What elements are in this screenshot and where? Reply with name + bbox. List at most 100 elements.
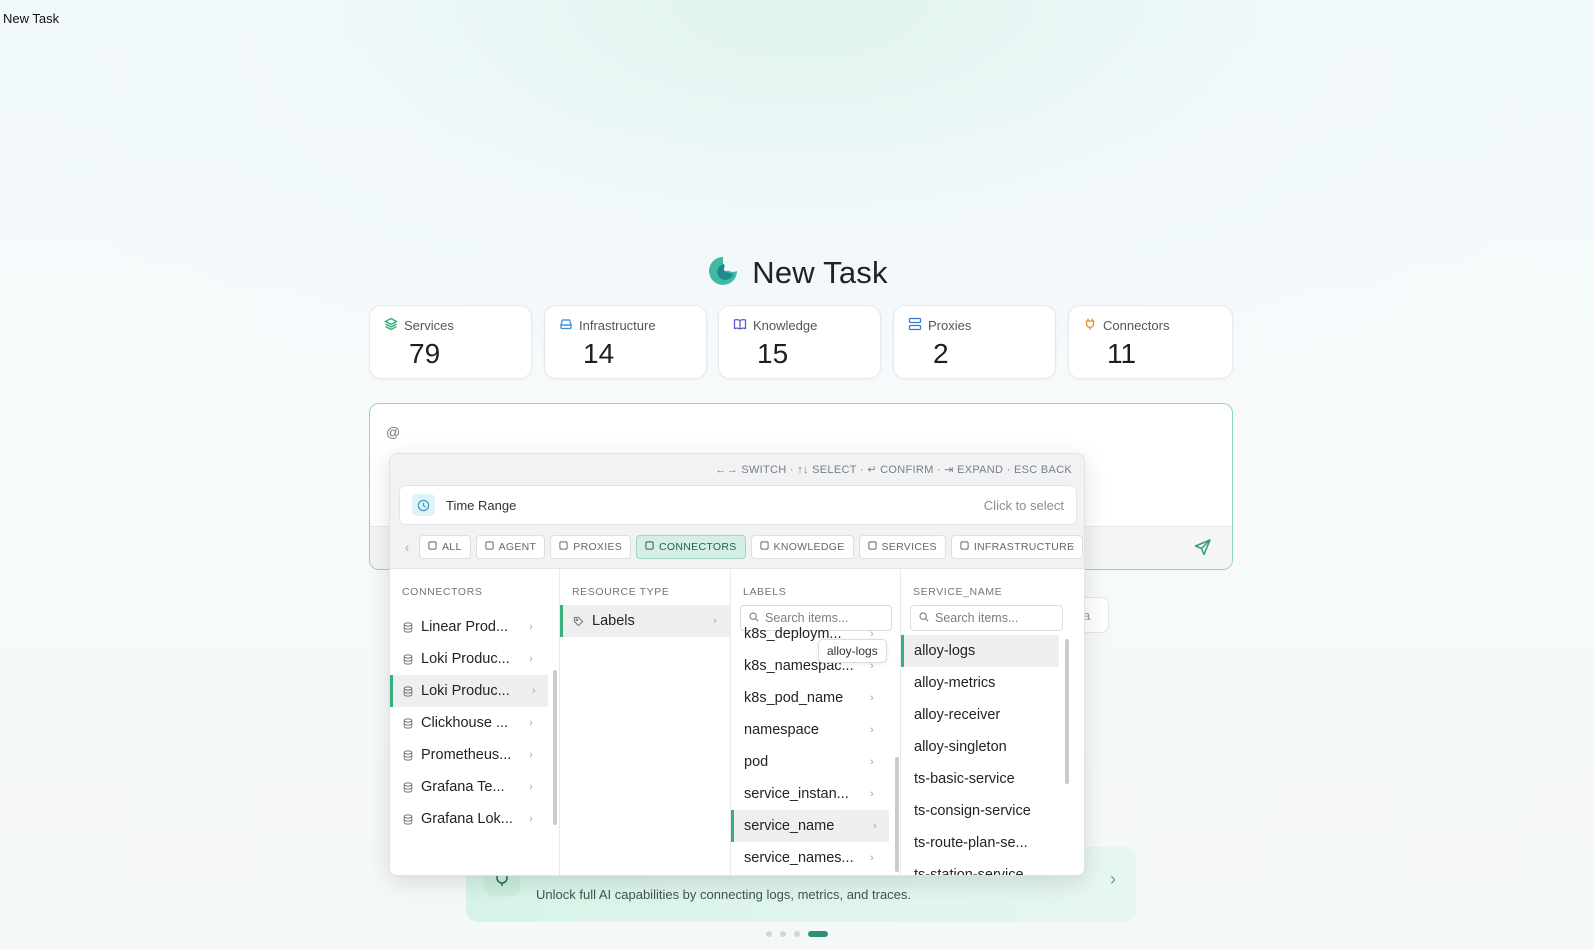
tab-label: CONNECTORS	[659, 541, 737, 553]
tabs-next-icon[interactable]: ›	[1070, 539, 1074, 554]
database-icon	[403, 717, 413, 729]
item-label: Loki Produc...	[421, 683, 510, 699]
database-icon	[403, 749, 413, 761]
column-header: LABELS	[743, 586, 787, 598]
item-label: ts-basic-service	[914, 771, 1015, 787]
page-title: New Task	[752, 255, 888, 290]
page-header: New Task	[0, 253, 1594, 293]
tabs-prev-icon[interactable]: ‹	[400, 540, 414, 555]
tab-proxies[interactable]: PROXIES	[550, 535, 632, 559]
tab-label: AGENT	[498, 541, 537, 553]
scrollbar[interactable]	[1065, 639, 1069, 784]
pagination-dot[interactable]	[794, 931, 800, 937]
chevron-right-icon: ›	[870, 756, 874, 768]
item-label: alloy-receiver	[914, 707, 1001, 723]
stat-card-knowledge[interactable]: Knowledge 15	[718, 305, 881, 379]
connector-item[interactable]: Grafana Lok... ›	[390, 803, 548, 835]
book-icon	[759, 541, 769, 553]
grid-icon	[428, 541, 437, 553]
pagination-dots	[0, 931, 1594, 937]
item-label: namespace	[744, 722, 819, 738]
connector-item[interactable]: Clickhouse ... ›	[390, 707, 548, 739]
tag-icon	[573, 616, 584, 627]
app-logo-icon	[706, 254, 740, 293]
database-icon	[403, 781, 413, 793]
composer-input[interactable]: @	[386, 424, 400, 440]
database-icon	[403, 621, 413, 633]
service-name-column: SERVICE_NAME Search items... alloy-logs a…	[901, 569, 1084, 875]
time-range-label: Time Range	[446, 498, 517, 513]
service-item[interactable]: alloy-singleton	[901, 731, 1059, 763]
resource-type-item[interactable]: Labels ›	[560, 605, 730, 637]
connector-item[interactable]: Linear Prod... ›	[390, 611, 548, 643]
stat-label: Knowledge	[753, 318, 818, 333]
database-icon	[403, 685, 413, 697]
banner-text: Unlock full AI capabilities by connectin…	[536, 887, 912, 902]
stat-card-connectors[interactable]: Connectors 11	[1068, 305, 1233, 379]
scrollbar[interactable]	[895, 757, 899, 872]
scrollbar[interactable]	[553, 670, 557, 825]
item-label: Grafana Te...	[421, 779, 505, 795]
service-search-input[interactable]: Search items...	[910, 605, 1063, 631]
item-label: ts-route-plan-se...	[914, 835, 1028, 851]
stat-card-services[interactable]: Services 79	[369, 305, 532, 379]
tab-infrastructure[interactable]: INFRASTRUCTURE	[950, 535, 1084, 559]
item-label: ts-consign-service	[914, 803, 1031, 819]
service-item[interactable]: ts-station-service	[901, 859, 1059, 875]
connector-item[interactable]: Loki Produc... ›	[390, 675, 548, 707]
search-icon	[919, 611, 929, 625]
tab-knowledge[interactable]: KNOWLEDGE	[750, 535, 854, 559]
chevron-right-icon: ›	[529, 621, 533, 633]
connector-item[interactable]: Loki Produc... ›	[390, 643, 548, 675]
chevron-right-icon: ›	[529, 781, 533, 793]
connector-item[interactable]: Prometheus... ›	[390, 739, 548, 771]
clock-icon	[412, 494, 435, 516]
stat-card-infrastructure[interactable]: Infrastructure 14	[544, 305, 707, 379]
stat-label: Services	[404, 318, 454, 333]
chevron-right-icon[interactable]: ›	[1110, 869, 1116, 890]
pagination-dot[interactable]	[780, 931, 786, 937]
chevron-right-icon: ›	[529, 717, 533, 729]
tab-connectors[interactable]: CONNECTORS	[636, 535, 746, 559]
pagination-dot[interactable]	[808, 931, 828, 937]
picker-header: ←→ SWITCH · ↑↓ SELECT · ↵ CONFIRM · ⇥ EX…	[390, 454, 1084, 569]
stat-value: 14	[583, 338, 615, 369]
tab-label: INFRASTRUCTURE	[973, 541, 1075, 553]
item-label: Labels	[592, 613, 635, 629]
label-item[interactable]: pod ›	[731, 746, 889, 778]
tab-label: ALL	[442, 541, 462, 553]
label-item[interactable]: service_instan... ›	[731, 778, 889, 810]
database-icon	[645, 541, 654, 553]
tab-all[interactable]: ALL	[419, 535, 471, 559]
category-tabs: ‹ ALL AGENT PROXIES CONNECTORS KNOWLEDGE SERV…	[400, 535, 1084, 559]
time-range-selector[interactable]: Time Range Click to select	[399, 485, 1077, 525]
pagination-dot[interactable]	[766, 931, 772, 937]
chevron-right-icon: ›	[532, 685, 536, 697]
label-item[interactable]: namespace ›	[731, 714, 889, 746]
service-item[interactable]: ts-route-plan-se...	[901, 827, 1059, 859]
connector-item[interactable]: Grafana Te... ›	[390, 771, 548, 803]
window-title: New Task	[3, 11, 60, 26]
connectors-column: CONNECTORS Linear Prod... › Loki Produc...…	[390, 569, 560, 875]
send-button[interactable]	[1194, 538, 1214, 558]
label-item[interactable]: service_name ›	[731, 810, 889, 842]
item-label: Prometheus...	[421, 747, 512, 763]
stat-card-proxies[interactable]: Proxies 2	[893, 305, 1056, 379]
service-item[interactable]: alloy-receiver	[901, 699, 1059, 731]
chevron-right-icon: ›	[870, 852, 874, 864]
chevron-right-icon: ›	[713, 615, 717, 627]
server-icon	[559, 317, 573, 334]
service-item[interactable]: alloy-metrics	[901, 667, 1059, 699]
tab-services[interactable]: SERVICES	[858, 535, 946, 559]
tooltip: alloy-logs	[818, 639, 887, 663]
item-label: alloy-singleton	[914, 739, 1007, 755]
service-item[interactable]: alloy-logs	[901, 635, 1059, 667]
item-label: service_names...	[744, 850, 854, 866]
label-item[interactable]: k8s_pod_name ›	[731, 682, 889, 714]
tab-label: KNOWLEDGE	[773, 541, 845, 553]
column-header: RESOURCE TYPE	[572, 586, 670, 598]
service-item[interactable]: ts-basic-service	[901, 763, 1059, 795]
tab-agent[interactable]: AGENT	[475, 535, 546, 559]
service-item[interactable]: ts-consign-service	[901, 795, 1059, 827]
label-item[interactable]: service_names... ›	[731, 842, 889, 874]
